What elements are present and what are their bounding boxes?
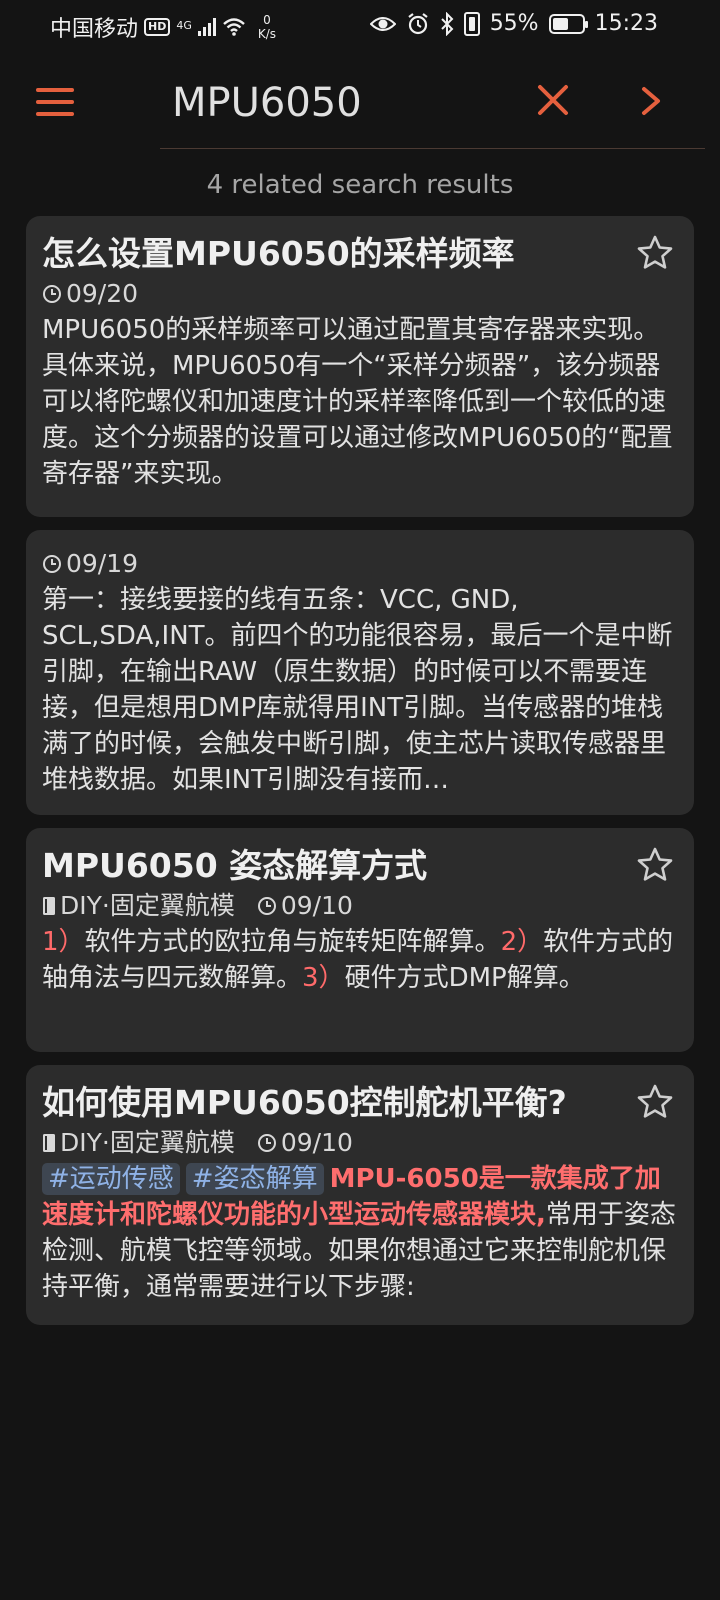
result-count: 4 related search results xyxy=(206,170,514,200)
result-book: DIY·固定翼航模 xyxy=(60,891,235,920)
result-card[interactable]: 09/19 第一：接线要接的线有五条：VCC, GND, SCL,SDA,INT… xyxy=(26,530,694,815)
battery-percent: 55% xyxy=(489,11,539,36)
eye-icon xyxy=(369,16,396,31)
result-date: 09/10 xyxy=(280,1128,353,1157)
status-left: 中国移动 HD 4G 0 K/s xyxy=(50,11,276,43)
vibrate-icon xyxy=(463,11,480,36)
net-speed: 0 K/s xyxy=(258,13,276,41)
list-number: 1） xyxy=(42,927,85,957)
star-icon[interactable] xyxy=(636,846,674,884)
result-title: MPU6050 姿态解算方式 xyxy=(42,846,428,885)
book-icon xyxy=(43,897,55,915)
signal-icon xyxy=(197,18,216,36)
tag-chip[interactable]: #运动传感 xyxy=(42,1163,180,1195)
list-number: 2） xyxy=(500,927,544,957)
alarm-icon xyxy=(408,12,428,34)
menu-button[interactable] xyxy=(36,85,76,119)
clock-icon xyxy=(43,555,61,573)
status-right: 55% 15:23 xyxy=(369,11,658,36)
network-type: 4G xyxy=(176,18,192,32)
carrier-name: 中国移动 xyxy=(50,17,139,42)
result-snippet: 1）软件方式的欧拉角与旋转矩阵解算。2）软件方式的轴角法与四元数解算。3）硬件方… xyxy=(42,924,678,996)
bluetooth-icon xyxy=(440,11,454,36)
battery-fill xyxy=(552,17,568,30)
star-icon[interactable] xyxy=(636,1083,674,1121)
hd-badge: HD xyxy=(144,18,171,36)
result-meta: 09/19 xyxy=(42,546,678,582)
clock-icon xyxy=(257,897,276,915)
result-title: 怎么设置MPU6050的采样频率 xyxy=(42,234,515,273)
result-snippet: #运动传感 #姿态解算 MPU-6050是一款集成了加速度计和陀螺仪功能的小型运动传… xyxy=(42,1161,678,1305)
clear-search-icon[interactable] xyxy=(535,82,571,118)
book-icon xyxy=(43,1134,55,1152)
clock-icon xyxy=(257,1134,276,1152)
result-date: 09/10 xyxy=(280,891,353,920)
list-text: 软件方式的欧拉角与旋转矩阵解算。 xyxy=(84,927,501,957)
result-meta: DIY·固定翼航模 09/10 xyxy=(42,888,678,924)
list-text: 硬件方式DMP解算。 xyxy=(344,963,585,993)
search-bar xyxy=(0,55,720,150)
net-speed-value: 0 xyxy=(263,13,271,27)
result-title: 如何使用MPU6050控制舵机平衡? xyxy=(42,1083,567,1122)
result-card[interactable]: 如何使用MPU6050控制舵机平衡? DIY·固定翼航模 09/10 #运动传感… xyxy=(26,1065,694,1325)
status-bar: 中国移动 HD 4G 0 K/s 55% 15:23 xyxy=(0,0,720,50)
list-number: 3） xyxy=(302,963,345,993)
search-underline xyxy=(160,148,705,149)
clock-icon xyxy=(43,285,61,303)
search-input[interactable] xyxy=(172,73,502,133)
result-card[interactable]: MPU6050 姿态解算方式 DIY·固定翼航模 09/10 1）软件方式的欧拉… xyxy=(26,828,694,1052)
result-card[interactable]: 怎么设置MPU6050的采样频率 09/20 MPU6050的采样频率可以通过配… xyxy=(26,216,694,517)
tag-chip[interactable]: #姿态解算 xyxy=(185,1163,324,1195)
chevron-right-icon[interactable] xyxy=(636,85,666,117)
result-book: DIY·固定翼航模 xyxy=(60,1128,235,1157)
result-date: 09/20 xyxy=(66,279,139,308)
result-snippet: MPU6050的采样频率可以通过配置其寄存器来实现。具体来说，MPU6050有一… xyxy=(42,315,673,489)
result-meta: 09/20 xyxy=(42,276,678,312)
clock-time: 15:23 xyxy=(594,11,658,36)
net-speed-unit: K/s xyxy=(257,27,277,41)
battery-icon xyxy=(548,13,588,34)
star-icon[interactable] xyxy=(636,234,674,272)
wifi-icon xyxy=(223,18,245,36)
result-snippet: 第一：接线要接的线有五条：VCC, GND, SCL,SDA,INT。前四个的功… xyxy=(42,585,673,795)
result-meta: DIY·固定翼航模 09/10 xyxy=(42,1125,678,1161)
result-date: 09/19 xyxy=(66,549,139,578)
